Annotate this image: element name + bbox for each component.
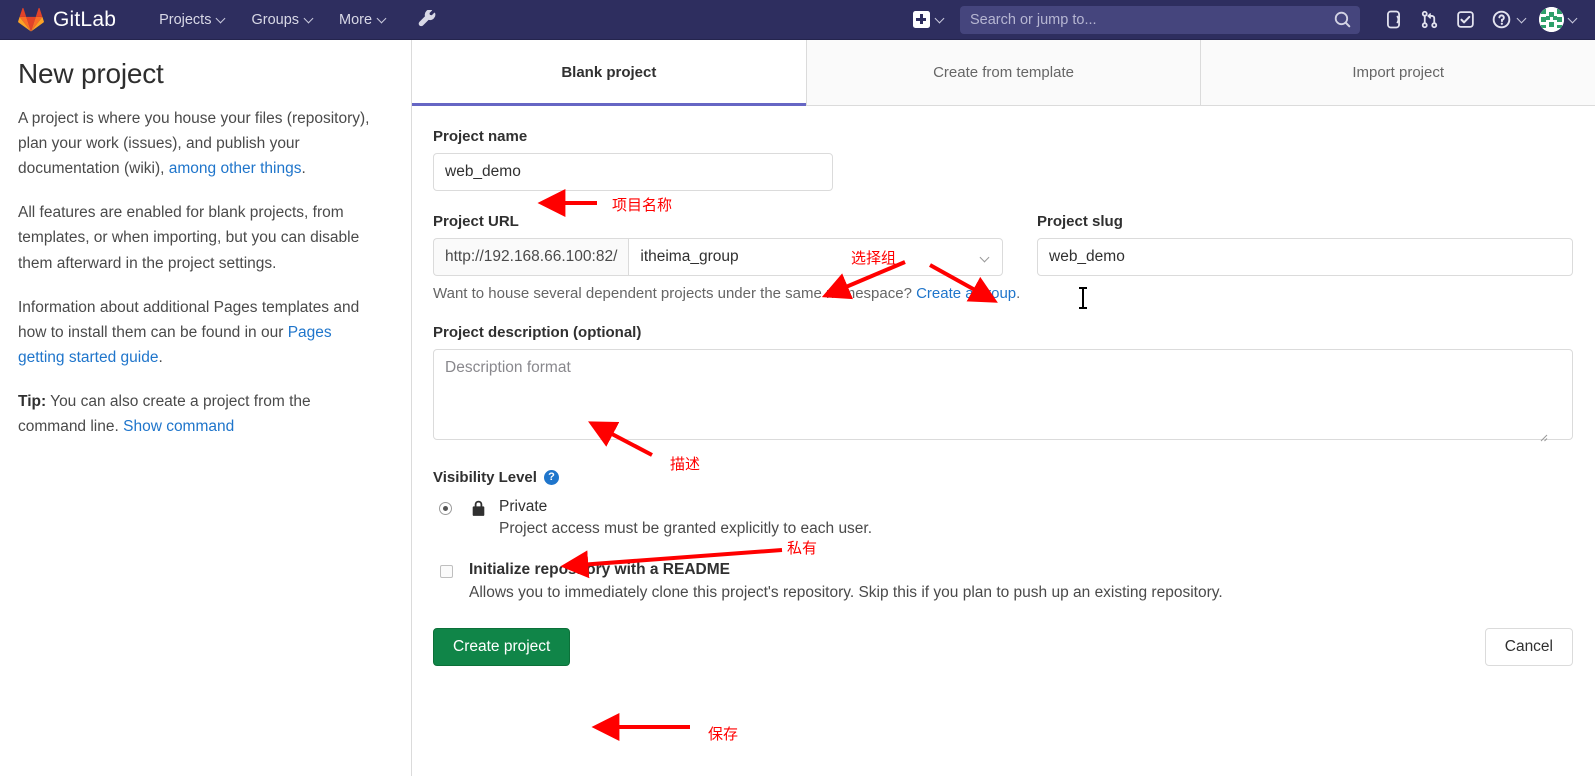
tab-create-from-template[interactable]: Create from template	[807, 40, 1202, 105]
namespace-select-value: itheima_group	[640, 248, 738, 266]
tip-label: Tip:	[18, 393, 46, 410]
global-search-box[interactable]: Search or jump to...	[960, 6, 1360, 34]
tab-import-project[interactable]: Import project	[1201, 40, 1595, 105]
nav-item-more[interactable]: More	[328, 3, 398, 37]
new-item-dropdown-button[interactable]	[906, 5, 952, 34]
project-url-input-group: http://192.168.66.100:82/ itheima_group	[433, 238, 1003, 276]
chevron-down-icon	[305, 15, 314, 24]
namespace-hint-text: Want to house several dependent projects…	[433, 285, 916, 302]
new-project-sidebar: New project A project is where you house…	[0, 40, 411, 776]
user-menu-button[interactable]	[1532, 7, 1581, 32]
project-url-prefix: http://192.168.66.100:82/	[433, 238, 628, 276]
create-project-button[interactable]: Create project	[433, 628, 570, 666]
navbar-right-controls: Search or jump to...	[906, 0, 1595, 40]
visibility-private-description: Project access must be granted explicitl…	[499, 520, 872, 538]
nav-item-projects[interactable]: Projects	[148, 3, 237, 37]
initialize-readme-label: Initialize repository with a README	[469, 561, 1223, 579]
initialize-readme-checkbox[interactable]	[440, 565, 453, 578]
tab-import-project-label: Import project	[1352, 64, 1444, 81]
gitlab-brand-text[interactable]: GitLab	[53, 8, 116, 32]
cancel-button[interactable]: Cancel	[1485, 628, 1573, 666]
initialize-readme-group[interactable]: Initialize repository with a README Allo…	[433, 561, 1573, 602]
gitlab-tanuki-logo[interactable]	[18, 7, 44, 33]
initialize-readme-text: Initialize repository with a README Allo…	[469, 561, 1223, 602]
new-project-content: Blank project Create from template Impor…	[412, 40, 1595, 776]
search-icon	[1334, 11, 1351, 33]
visibility-level-label: Visibility Level	[433, 469, 537, 486]
project-url-label: Project URL	[433, 213, 1003, 230]
visibility-level-group: Visibility Level ? Private Project acces…	[433, 469, 1573, 538]
search-placeholder: Search or jump to...	[970, 12, 1097, 28]
visibility-level-header: Visibility Level ?	[433, 469, 1573, 486]
nav-item-more-label: More	[339, 12, 372, 28]
tab-blank-project-label: Blank project	[561, 64, 656, 81]
todos-icon[interactable]	[1448, 3, 1482, 37]
new-project-form: Project name Project URL http://192.168.…	[412, 106, 1595, 666]
lock-icon	[470, 499, 487, 523]
sidebar-p1-text-b: .	[301, 160, 305, 177]
nav-item-groups-label: Groups	[251, 12, 299, 28]
project-description-textarea[interactable]	[433, 349, 1573, 440]
page-body: New project A project is where you house…	[0, 40, 1595, 776]
tab-create-from-template-label: Create from template	[933, 64, 1074, 81]
url-slug-row: Project URL http://192.168.66.100:82/ it…	[433, 213, 1573, 276]
user-avatar-identicon	[1539, 7, 1564, 32]
project-description-group: Project description (optional)	[433, 324, 1573, 445]
project-slug-group: Project slug	[1037, 213, 1573, 276]
sidebar-paragraph-2: All features are enabled for blank proje…	[18, 200, 381, 275]
text-cursor	[1082, 287, 1084, 309]
merge-requests-icon[interactable]	[1412, 3, 1446, 37]
project-url-group: Project URL http://192.168.66.100:82/ it…	[433, 213, 1003, 276]
visibility-private-text: Private Project access must be granted e…	[499, 498, 872, 538]
namespace-hint: Want to house several dependent projects…	[433, 285, 1573, 302]
visibility-option-private[interactable]: Private Project access must be granted e…	[433, 498, 1573, 538]
chevron-down-icon	[1518, 15, 1527, 24]
project-name-input[interactable]	[433, 153, 833, 191]
project-name-label: Project name	[433, 128, 1573, 145]
chevron-down-icon	[378, 15, 387, 24]
project-type-tabs: Blank project Create from template Impor…	[412, 40, 1595, 106]
initialize-readme-description: Allows you to immediately clone this pro…	[469, 584, 1223, 602]
project-slug-label: Project slug	[1037, 213, 1573, 230]
sidebar-p3-text-b: .	[158, 349, 162, 366]
sidebar-paragraph-3: Information about additional Pages templ…	[18, 295, 381, 370]
help-dropdown-button[interactable]	[1484, 3, 1530, 37]
primary-nav: Projects Groups More	[148, 2, 446, 37]
namespace-hint-suffix: .	[1016, 285, 1020, 302]
chevron-down-icon	[1569, 15, 1578, 24]
chevron-down-icon	[980, 253, 990, 263]
nav-item-projects-label: Projects	[159, 12, 211, 28]
nav-item-groups[interactable]: Groups	[240, 3, 325, 37]
chevron-down-icon	[936, 15, 945, 24]
admin-area-button[interactable]	[409, 2, 446, 37]
show-command-link[interactable]: Show command	[123, 418, 234, 435]
among-other-things-link[interactable]: among other things	[169, 160, 302, 177]
form-actions: Create project Cancel	[433, 628, 1573, 666]
issues-icon[interactable]	[1376, 3, 1410, 37]
project-slug-input[interactable]	[1037, 238, 1573, 276]
sidebar-paragraph-1: A project is where you house your files …	[18, 106, 381, 181]
tab-blank-project[interactable]: Blank project	[412, 40, 807, 105]
plus-square-icon	[913, 11, 930, 28]
question-circle-help-icon[interactable]: ?	[544, 470, 559, 485]
project-description-label: Project description (optional)	[433, 324, 1573, 341]
page-title: New project	[18, 58, 381, 90]
sidebar-paragraph-4: Tip: You can also create a project from …	[18, 389, 381, 439]
visibility-private-name: Private	[499, 498, 872, 516]
visibility-private-radio[interactable]	[439, 502, 452, 515]
create-a-group-link[interactable]: Create a group	[916, 285, 1016, 302]
question-circle-icon	[1484, 3, 1518, 37]
chevron-down-icon	[217, 15, 226, 24]
top-navbar: GitLab Projects Groups More Search or ju…	[0, 0, 1595, 40]
wrench-icon	[418, 10, 437, 29]
namespace-select[interactable]: itheima_group	[628, 238, 1003, 276]
